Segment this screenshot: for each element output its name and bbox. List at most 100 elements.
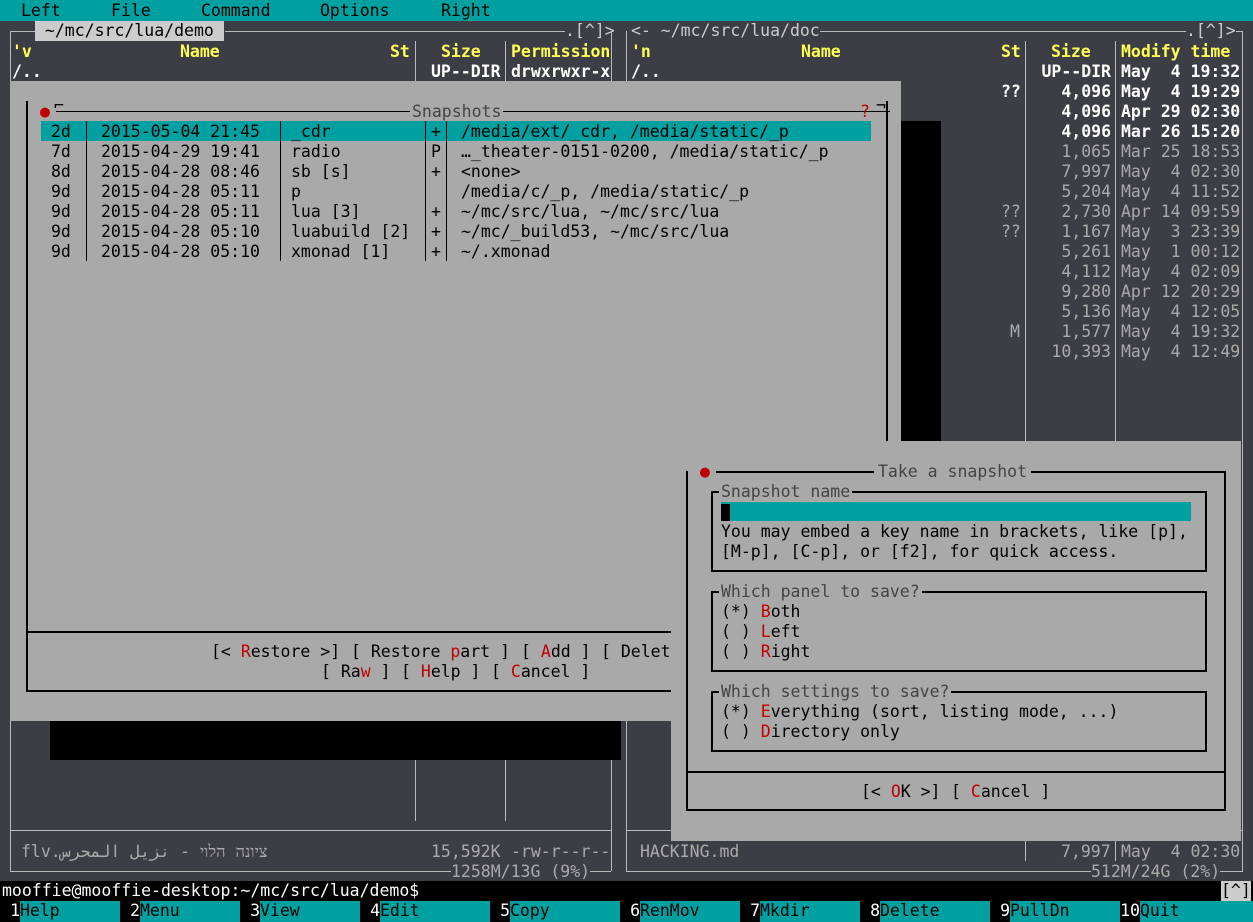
snapshot-flag: + xyxy=(431,222,441,241)
take-snapshot-dialog: ● Take a snapshot Snapshot name You may … xyxy=(671,441,1241,841)
fkey-number: 1 xyxy=(0,901,20,922)
row-time: May 4 02:09 xyxy=(1121,262,1241,281)
close-dot-icon[interactable]: ● xyxy=(700,462,710,482)
left-col-perm[interactable]: Permission xyxy=(511,42,610,62)
settings-label: Which settings to save? xyxy=(719,682,952,702)
right-col-st[interactable]: St xyxy=(1001,42,1021,62)
left-updir-perm: drwxrwxr-x xyxy=(511,62,611,81)
left-col-size[interactable]: Size xyxy=(441,42,481,62)
snapshot-paths: ~/mc/_build53, ~/mc/src/lua xyxy=(461,222,730,241)
help-icon[interactable]: ? xyxy=(860,102,870,122)
mc-screen: Left File Command Options Right ~/mc/src… xyxy=(0,0,1253,922)
snapshot-date: 2015-04-28 05:10 xyxy=(101,242,260,261)
right-col-modify[interactable]: Modify time xyxy=(1121,42,1230,62)
cancel-button[interactable]: [ Cancel ] xyxy=(951,782,1050,802)
help-button[interactable]: [ Help ] xyxy=(401,662,480,682)
row-time: Mar 25 18:53 xyxy=(1121,142,1241,161)
left-sort-indicator[interactable]: 'v xyxy=(12,42,32,62)
right-sort-indicator[interactable]: 'n xyxy=(631,42,651,62)
menu-bar: Left File Command Options Right xyxy=(0,0,1253,21)
left-updir-size: UP--DIR xyxy=(431,62,501,81)
fkey-view[interactable]: View xyxy=(260,901,360,922)
fkey-mkdir[interactable]: Mkdir xyxy=(760,901,860,922)
left-col-st[interactable]: St xyxy=(390,42,410,62)
right-free-space: 512M/24G (2%) xyxy=(1091,862,1221,882)
row-size: 2,730 xyxy=(1061,202,1111,221)
snapshot-date: 2015-04-28 08:46 xyxy=(101,162,260,181)
radio-left[interactable]: ( ) Left xyxy=(721,622,801,642)
right-updir-name[interactable]: /.. xyxy=(631,62,661,82)
fkey-copy[interactable]: Copy xyxy=(510,901,620,922)
row-time: May 4 11:52 xyxy=(1121,182,1241,201)
row-time: Apr 12 20:29 xyxy=(1121,282,1241,301)
left-panel-path[interactable]: ~/mc/src/lua/demo xyxy=(35,21,224,41)
menu-right[interactable]: Right xyxy=(441,1,491,21)
delete-button[interactable]: [ Delet xyxy=(601,642,671,662)
fkey-number: 2 xyxy=(120,901,140,922)
snapshot-name: luabuild [2] xyxy=(291,222,411,241)
snapshot-flag: + xyxy=(431,162,441,181)
snapshot-name: sb [s] xyxy=(291,162,351,181)
radio-directory-only[interactable]: ( ) Directory only xyxy=(721,722,900,742)
radio-everything[interactable]: (*) Everything (sort, listing mode, ...) xyxy=(721,702,1118,722)
fkey-help[interactable]: Help xyxy=(20,901,120,922)
fkey-quit[interactable]: Quit xyxy=(1140,901,1253,922)
right-col-name[interactable]: Name xyxy=(801,42,841,62)
left-col-name[interactable]: Name xyxy=(180,42,220,62)
snapshots-title: Snapshots xyxy=(410,102,504,122)
snapshot-date: 2015-04-28 05:11 xyxy=(101,182,260,201)
cancel-button[interactable]: [ Cancel ] xyxy=(491,662,590,682)
snapshot-name: radio xyxy=(291,142,341,161)
command-line[interactable]: mooffie@mooffie-desktop:~/mc/src/lua/dem… xyxy=(0,881,1253,901)
left-panel-shadow xyxy=(50,720,621,760)
radio-right[interactable]: ( ) Right xyxy=(721,642,810,662)
snapshot-flag: + xyxy=(431,242,441,261)
menu-file[interactable]: File xyxy=(111,1,151,21)
close-dot-icon[interactable]: ● xyxy=(40,102,50,122)
left-panel-corner[interactable]: .[^]> xyxy=(565,21,615,41)
snapshot-age: 9d xyxy=(51,222,71,241)
menu-left[interactable]: Left xyxy=(21,1,61,21)
ok-button[interactable]: [< OK >] xyxy=(861,782,941,802)
fkey-number: 5 xyxy=(490,901,510,922)
snapshot-paths: /media/c/_p, /media/static/_p xyxy=(461,182,750,201)
shell-prompt: mooffie@mooffie-desktop:~/mc/src/lua/dem… xyxy=(2,881,420,900)
fkey-renmov[interactable]: RenMov xyxy=(640,901,740,922)
hint-line-2: [M-p], [C-p], or [f2], for quick access. xyxy=(721,542,1119,561)
snapshot-name-input[interactable] xyxy=(721,502,1191,521)
row-size: 5,204 xyxy=(1061,182,1111,201)
restore-part-button[interactable]: [ Restore part ] xyxy=(351,642,510,662)
left-updir-name[interactable]: /.. xyxy=(12,62,42,82)
cmdline-corner[interactable]: [^] xyxy=(1221,881,1251,901)
right-status-name: HACKING.md xyxy=(640,842,740,861)
snapshot-paths: ~/mc/src/lua, ~/mc/src/lua xyxy=(461,202,720,221)
row-size: UP--DIR xyxy=(1041,62,1111,81)
snapshot-age: 2d xyxy=(51,122,71,141)
name-label: Snapshot name xyxy=(719,482,853,502)
right-panel-path[interactable]: <- ~/mc/src/lua/doc xyxy=(631,21,820,41)
snapshot-date: 2015-05-04 21:45 xyxy=(101,122,260,141)
row-size: 4,096 xyxy=(1061,102,1111,121)
right-panel-corner[interactable]: .[^]> xyxy=(1186,21,1236,41)
restore-button[interactable]: [< Restore >] xyxy=(211,642,340,662)
fkey-menu[interactable]: Menu xyxy=(140,901,240,922)
row-size: 4,096 xyxy=(1061,82,1111,101)
row-time: May 1 00:12 xyxy=(1121,242,1241,261)
fkey-edit[interactable]: Edit xyxy=(380,901,490,922)
raw-button[interactable]: [ Raw ] xyxy=(321,662,391,682)
fkey-pulldn[interactable]: PullDn xyxy=(1010,901,1120,922)
snapshot-date: 2015-04-28 05:10 xyxy=(101,222,260,241)
left-status-size: 15,592K xyxy=(431,842,501,861)
right-col-size[interactable]: Size xyxy=(1051,42,1091,62)
snapshot-date: 2015-04-29 19:41 xyxy=(101,142,260,161)
fkey-delete[interactable]: Delete xyxy=(880,901,990,922)
menu-command[interactable]: Command xyxy=(201,1,271,21)
row-size: 10,393 xyxy=(1051,342,1111,361)
radio-both[interactable]: (*) Both xyxy=(721,602,801,622)
snapshot-paths: /media/ext/_cdr, /media/static/_p xyxy=(461,122,789,141)
add-button[interactable]: [ Add ] xyxy=(521,642,591,662)
fkey-number: 9 xyxy=(990,901,1010,922)
hint-line-1: You may embed a key name in brackets, li… xyxy=(721,522,1188,541)
menu-options[interactable]: Options xyxy=(320,1,390,21)
row-time: May 4 19:29 xyxy=(1121,82,1241,101)
